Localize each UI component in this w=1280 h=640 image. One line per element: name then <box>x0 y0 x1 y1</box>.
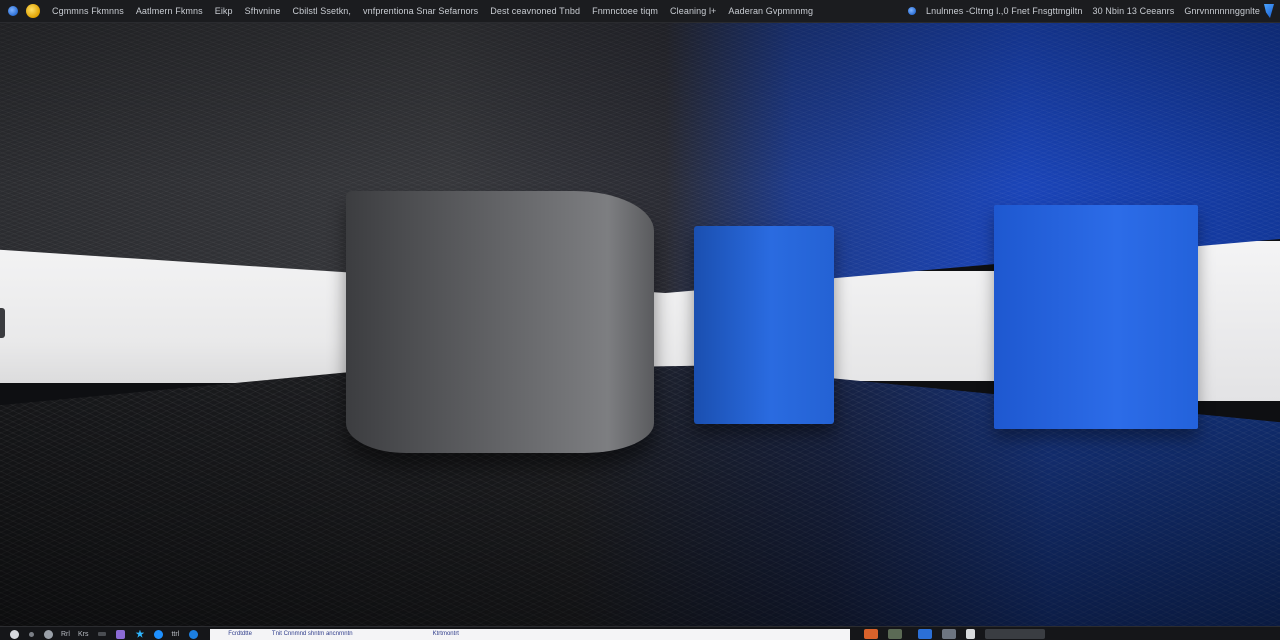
background-window-right <box>1190 241 1280 401</box>
menu-item-2[interactable]: Aatlmern Fkmns <box>136 6 203 16</box>
globe-icon[interactable] <box>44 629 53 639</box>
app-window: Cgmmns Fkmnns Aatlmern Fkmns Eikp Sfhvni… <box>0 0 1280 640</box>
menu-item-9[interactable]: Cleaning l+ <box>670 6 716 16</box>
app-badge-icon[interactable] <box>26 4 40 18</box>
star-icon[interactable] <box>135 629 145 638</box>
purple-app-icon[interactable] <box>116 629 126 639</box>
menu-item-5[interactable]: Cbilstl Ssetkn, <box>292 6 351 16</box>
menu-item-1[interactable]: Cgmmns Fkmnns <box>52 6 124 16</box>
search-text-1: Fcrdtdtte <box>228 631 252 637</box>
taskbar-label-2[interactable]: Krs <box>78 631 89 638</box>
menu-bar-right: Lnulnnes -Cltrng l.,0 Fnet Fnsgttmgiltn … <box>900 4 1280 18</box>
taskbar: Rrl Krs ttrl Fcrdtdtte Tnit Cnnmnd shntm… <box>0 626 1280 640</box>
start-icon[interactable] <box>10 629 19 639</box>
status-icon[interactable] <box>907 7 916 15</box>
orange-app-icon[interactable] <box>864 629 879 639</box>
menu-item-10[interactable]: Aaderan Gvpmnnmg <box>728 6 813 16</box>
3d-viewport[interactable] <box>0 23 1280 626</box>
monitor-app-icon[interactable] <box>942 629 957 639</box>
menu-item-3[interactable]: Eikp <box>215 6 233 16</box>
taskbar-search-field[interactable]: Fcrdtdtte Tnit Cnnmnd shntm ancnrnntn Kt… <box>210 628 851 640</box>
taskbar-label-1[interactable]: Rrl <box>61 631 70 638</box>
taskbar-label-3[interactable]: ttrl <box>171 631 179 638</box>
search-text-3: Ktrtmontrt <box>432 631 459 637</box>
edge-icon[interactable] <box>189 629 199 639</box>
menu-bar: Cgmmns Fkmnns Aatlmern Fkmns Eikp Sfhvni… <box>0 0 1280 23</box>
menu-item-6[interactable]: vnfprentiona Snar Sefarnors <box>363 6 478 16</box>
blue-box-object-right[interactable] <box>994 205 1198 429</box>
menu-right-item-1[interactable]: Lnulnnes -Cltrng l.,0 Fnet Fnsgttmgiltn <box>926 6 1082 16</box>
pin-icon[interactable] <box>29 631 34 637</box>
menu-item-4[interactable]: Sfhvnine <box>245 6 281 16</box>
search-text-2: Tnit Cnnmnd shntm ancnrnntn <box>271 631 353 637</box>
app-logo-icon[interactable] <box>8 6 18 16</box>
menu-item-8[interactable]: Fnmnctoee tiqm <box>592 6 658 16</box>
gray-cylinder-object[interactable] <box>346 191 654 453</box>
blue-box-object-middle[interactable] <box>694 226 834 424</box>
menu-item-7[interactable]: Dest ceavnoned Tnbd <box>490 6 580 16</box>
browser-icon[interactable] <box>154 629 164 639</box>
photo-app-icon[interactable] <box>888 629 903 639</box>
lines-icon[interactable] <box>98 632 107 636</box>
document-app-icon[interactable] <box>966 629 976 639</box>
menu-right-item-3[interactable]: Gnrvnnnnnnggnlte <box>1184 6 1260 16</box>
blue-app-icon[interactable] <box>918 629 933 639</box>
menu-right-item-2[interactable]: 30 Nbin 13 Ceeanrs <box>1092 6 1174 16</box>
tray-icons[interactable] <box>985 629 1046 639</box>
side-panel-handle[interactable] <box>0 308 5 338</box>
corner-logo-icon[interactable] <box>1264 4 1274 18</box>
